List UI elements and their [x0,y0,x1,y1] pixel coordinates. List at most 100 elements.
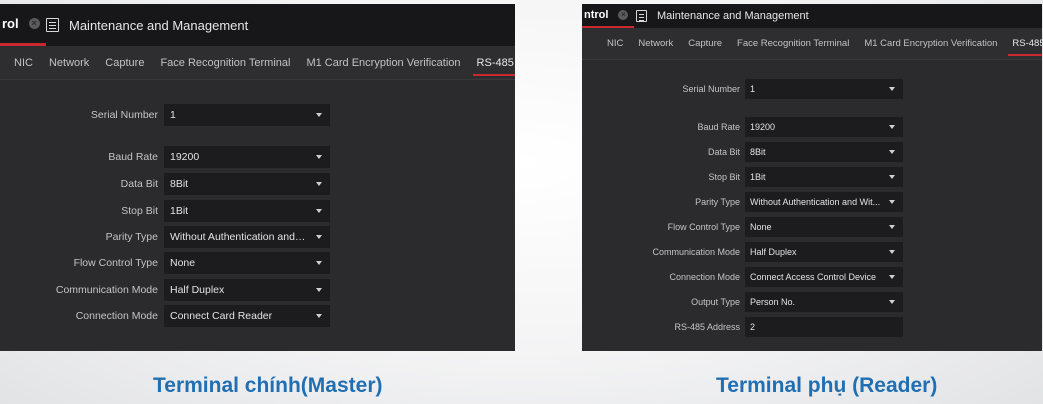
baud-rate-dropdown[interactable]: 19200 [745,117,903,137]
serial-number-dropdown[interactable]: 1 [164,104,330,126]
field-value: Without Authentication and Wit... [750,197,881,207]
communication-mode-dropdown[interactable]: Half Duplex [164,279,330,301]
field-label: Communication Mode [55,284,158,296]
rs-485-address-input[interactable]: 2 [745,317,903,337]
field-value: 1Bit [750,172,766,182]
chevron-down-icon [889,150,895,154]
field-row-flow-control-type: Flow Control Type None [0,252,330,274]
communication-mode-dropdown[interactable]: Half Duplex [745,242,903,262]
connection-mode-dropdown[interactable]: Connect Access Control Device [745,267,903,287]
baud-rate-dropdown[interactable]: 19200 [164,146,330,168]
connection-mode-dropdown[interactable]: Connect Card Reader [164,305,330,327]
field-value: Connect Card Reader [170,310,273,322]
document-icon [46,18,59,32]
chevron-down-icon [889,250,895,254]
divider [0,79,515,80]
app-tab-access-control[interactable]: ntrol × [582,4,635,28]
title-bar: rol × Maintenance and Management [0,4,515,46]
chevron-down-icon [316,209,322,213]
field-row-parity-type: Parity Type Without Authentication and Wi… [582,192,903,212]
tab-capture[interactable]: Capture [105,46,144,79]
field-value: Half Duplex [170,284,225,296]
field-value: None [750,222,772,232]
tab-face-recognition-terminal[interactable]: Face Recognition Terminal [160,46,290,79]
tab-m1-card-encryption-verification[interactable]: M1 Card Encryption Verification [306,46,460,79]
field-label: Data Bit [707,147,740,157]
field-label: Data Bit [120,178,158,190]
field-row-stop-bit: Stop Bit 1Bit [0,200,330,222]
reader-config-window: ntrol × Maintenance and Management NIC Ne… [582,4,1042,351]
field-value: 1 [170,109,176,121]
chevron-down-icon [889,200,895,204]
app-tab-access-control[interactable]: rol × [0,4,46,46]
stop-bit-dropdown[interactable]: 1Bit [745,167,903,187]
stop-bit-dropdown[interactable]: 1Bit [164,200,330,222]
tab-nic[interactable]: NIC [607,28,623,59]
tab-rs-485[interactable]: RS-485 [1008,28,1042,59]
chevron-down-icon [889,225,895,229]
field-label: Connection Mode [669,272,740,282]
tab-rs-485[interactable]: RS-485 [472,46,515,79]
field-value: Person No. [750,297,796,307]
divider [582,59,1042,60]
output-type-dropdown[interactable]: Person No. [745,292,903,312]
settings-subnav: NIC Network Capture Face Recognition Termin… [0,46,515,79]
chevron-down-icon [889,175,895,179]
field-label: Baud Rate [108,151,158,163]
field-row-data-bit: Data Bit 8Bit [582,142,903,162]
field-row-communication-mode: Communication Mode Half Duplex [0,279,330,301]
tab-maintenance-management[interactable]: Maintenance and Management [636,4,809,28]
chevron-down-icon [889,300,895,304]
tab-network[interactable]: Network [49,46,89,79]
data-bit-dropdown[interactable]: 8Bit [745,142,903,162]
close-icon[interactable]: × [28,18,40,29]
tab-nic[interactable]: NIC [14,46,33,79]
field-value: 8Bit [170,178,189,190]
title-bar: ntrol × Maintenance and Management [582,4,1042,28]
field-row-rs-485-address: RS-485 Address 2 [582,317,903,337]
flow-control-type-dropdown[interactable]: None [164,252,330,274]
tab-face-recognition-terminal[interactable]: Face Recognition Terminal [737,28,849,59]
close-icon[interactable]: × [618,10,629,20]
chevron-down-icon [889,87,895,91]
tab-label: Maintenance and Management [657,10,809,22]
chevron-down-icon [316,314,322,318]
field-row-connection-mode: Connection Mode Connect Card Reader [0,305,330,327]
field-row-parity-type: Parity Type Without Authentication and Wi… [0,226,330,248]
app-tab-label: rol [2,16,19,31]
master-config-window: rol × Maintenance and Management NIC Netw… [0,4,515,351]
field-row-serial-number: Serial Number 1 [582,79,903,99]
field-row-data-bit: Data Bit 8Bit [0,173,330,195]
serial-number-dropdown[interactable]: 1 [745,79,903,99]
field-value: None [170,257,196,269]
tab-maintenance-management[interactable]: Maintenance and Management [46,4,248,46]
field-label: Parity Type [695,197,740,207]
field-label: Output Type [691,297,740,307]
chevron-down-icon [316,155,322,159]
field-value: Without Authentication and Wit... [170,231,308,243]
tab-network[interactable]: Network [638,28,673,59]
flow-control-type-dropdown[interactable]: None [745,217,903,237]
document-icon [636,10,647,22]
chevron-down-icon [316,235,322,239]
field-label: Flow Control Type [667,222,740,232]
parity-type-dropdown[interactable]: Without Authentication and Wit... [164,226,330,248]
field-value: Half Duplex [750,247,797,257]
caption-master: Terminal chính(Master) [153,374,383,397]
tab-m1-card-encryption-verification[interactable]: M1 Card Encryption Verification [864,28,997,59]
caption-reader: Terminal phụ (Reader) [716,374,938,397]
chevron-down-icon [316,113,322,117]
settings-subnav: NIC Network Capture Face Recognition Termin… [582,28,1042,59]
field-value: 2 [750,322,756,332]
field-label: Serial Number [682,84,740,94]
data-bit-dropdown[interactable]: 8Bit [164,173,330,195]
field-row-baud-rate: Baud Rate 19200 [0,146,330,168]
field-label: Stop Bit [121,205,158,217]
field-label: Parity Type [105,231,158,243]
field-value: 19200 [170,151,200,163]
tab-capture[interactable]: Capture [688,28,722,59]
field-value: 8Bit [750,147,766,157]
field-value: 1 [750,84,756,94]
parity-type-dropdown[interactable]: Without Authentication and Wit... [745,192,903,212]
field-label: Stop Bit [708,172,740,182]
